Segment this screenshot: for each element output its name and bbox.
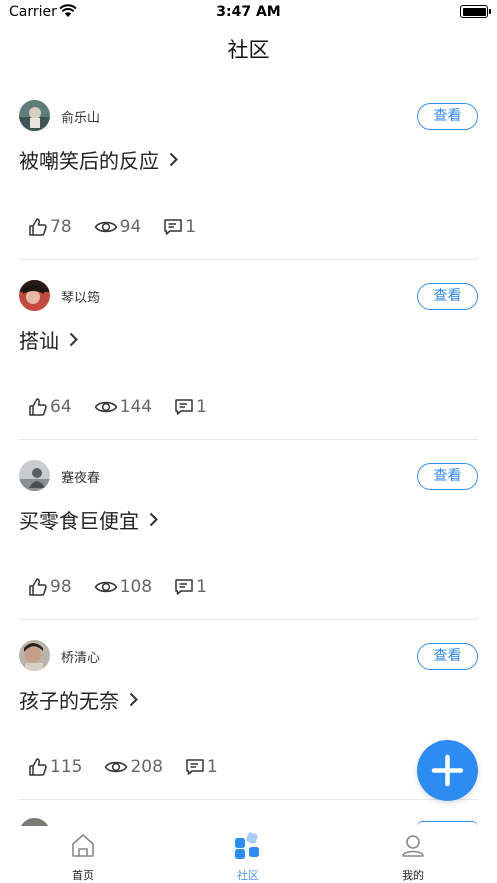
tab-profile[interactable]: 我的 (363, 832, 463, 883)
author-name[interactable]: 俞乐山 (61, 107, 100, 126)
tab-bar: 首页 社区 我的 (0, 826, 497, 883)
community-icon (235, 832, 259, 859)
tab-label: 首页 (72, 869, 94, 882)
comment-icon (175, 579, 193, 595)
clock: 3:47 AM (216, 4, 281, 20)
profile-icon (402, 835, 424, 857)
like-stat[interactable]: 98 (28, 577, 72, 597)
like-stat[interactable]: 78 (28, 217, 72, 237)
post-title: 被嘲笑后的反应 (19, 149, 159, 173)
comment-count: 1 (196, 577, 207, 597)
thumbs-up-icon (29, 758, 47, 776)
home-icon (72, 834, 94, 857)
view-stat: 144 (94, 397, 152, 417)
comment-stat[interactable]: 1 (174, 577, 207, 597)
post-card[interactable]: 琴以筠 查看 搭讪 64 144 1 (19, 260, 478, 440)
add-post-button[interactable] (417, 740, 478, 801)
view-stat: 208 (104, 757, 163, 777)
post-title-link[interactable]: 搭讪 (19, 325, 78, 354)
comment-icon (164, 219, 183, 235)
post-stats: 64 144 1 (28, 396, 229, 418)
avatar[interactable] (19, 280, 50, 311)
chevron-right-icon (129, 692, 138, 707)
comment-count: 1 (196, 397, 207, 417)
author-name[interactable]: 桥清心 (61, 647, 100, 666)
chevron-right-icon (149, 512, 158, 527)
comment-icon (175, 399, 193, 415)
post-stats: 98 108 1 (28, 576, 229, 598)
like-count: 64 (50, 397, 72, 417)
view-count: 108 (119, 577, 153, 597)
view-button[interactable]: 查看 (417, 103, 478, 130)
battery-icon (460, 5, 491, 18)
like-count: 78 (50, 217, 72, 237)
avatar[interactable] (19, 100, 50, 131)
post-stats: 115 208 1 (28, 756, 240, 778)
tab-label: 社区 (237, 869, 259, 882)
view-button[interactable]: 查看 (417, 283, 478, 310)
comment-stat[interactable]: 1 (174, 397, 207, 417)
comment-count: 1 (185, 217, 197, 237)
thumbs-up-icon (29, 218, 47, 236)
post-title: 买零食巨便宜 (19, 509, 139, 533)
view-count: 208 (130, 757, 163, 777)
chevron-right-icon (69, 332, 78, 347)
like-count: 115 (50, 757, 83, 777)
avatar[interactable] (19, 460, 50, 491)
author-name[interactable]: 蹇夜春 (61, 467, 100, 486)
comment-stat[interactable]: 1 (185, 757, 218, 777)
eye-icon (105, 761, 128, 773)
like-stat[interactable]: 115 (28, 757, 82, 777)
post-card[interactable]: 桥清心 查看 孩子的无奈 115 208 1 (19, 620, 478, 800)
post-title-link[interactable]: 被嘲笑后的反应 (19, 145, 178, 174)
post-title: 孩子的无奈 (19, 689, 119, 713)
like-stat[interactable]: 64 (28, 397, 72, 417)
view-count: 144 (119, 397, 153, 417)
avatar[interactable] (19, 818, 50, 826)
thumbs-up-icon (29, 578, 47, 596)
chevron-right-icon (169, 152, 178, 167)
view-button[interactable]: 查看 (417, 463, 478, 490)
eye-icon (94, 401, 118, 413)
plus-icon (431, 754, 464, 787)
status-bar: Carrier 3:47 AM (0, 0, 497, 26)
eye-icon (94, 581, 118, 593)
view-stat: 108 (94, 577, 152, 597)
post-title-link[interactable]: 买零食巨便宜 (19, 505, 158, 534)
post-feed[interactable]: 俞乐山 查看 被嘲笑后的反应 78 94 1 琴以筠 查看 搭讪 64 144 … (0, 80, 497, 822)
post-title: 搭讪 (19, 329, 59, 353)
view-stat: 94 (94, 217, 142, 237)
author-name[interactable]: 琴以筠 (61, 287, 100, 306)
eye-icon (94, 221, 118, 233)
tab-community[interactable]: 社区 (198, 832, 298, 883)
tab-home[interactable]: 首页 (33, 832, 133, 883)
page-title: 社区 (227, 38, 270, 62)
view-button[interactable]: 查看 (417, 643, 478, 670)
thumbs-up-icon (29, 398, 47, 416)
comment-stat[interactable]: 1 (163, 217, 196, 237)
comment-icon (186, 759, 204, 775)
tab-label: 我的 (402, 869, 424, 882)
post-title-link[interactable]: 孩子的无奈 (19, 685, 138, 714)
post-card[interactable]: 俞乐山 查看 被嘲笑后的反应 78 94 1 (19, 80, 478, 260)
like-count: 98 (50, 577, 72, 597)
post-stats: 78 94 1 (28, 216, 218, 238)
avatar[interactable] (19, 640, 50, 671)
post-card[interactable]: 蹇夜春 查看 买零食巨便宜 98 108 1 (19, 440, 478, 620)
view-count: 94 (119, 217, 142, 237)
comment-count: 1 (206, 757, 218, 777)
